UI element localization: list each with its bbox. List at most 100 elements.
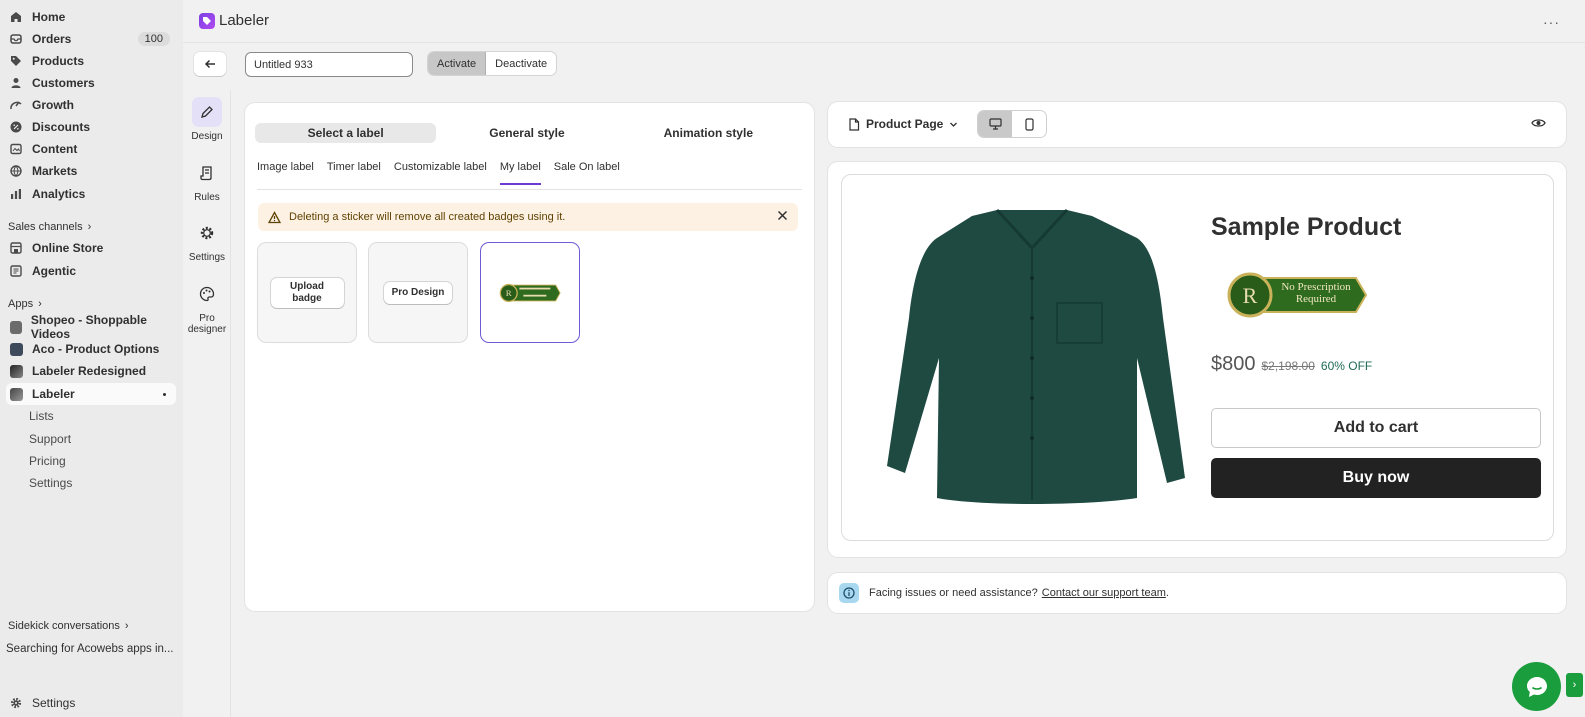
nav-markets[interactable]: Markets: [6, 160, 176, 182]
tab-general-style[interactable]: General style: [436, 123, 617, 143]
nav-label: Settings: [32, 696, 76, 710]
my-label-badge-tile[interactable]: R: [481, 243, 579, 342]
upload-badge-tile: Upload badge: [258, 243, 356, 342]
sales-channels-header[interactable]: Sales channels ›: [8, 221, 91, 233]
close-icon[interactable]: [777, 210, 788, 224]
channel-agentic[interactable]: Agentic: [6, 260, 176, 282]
orders-icon: [10, 33, 22, 45]
editor-tabs: Select a label General style Animation s…: [255, 123, 799, 143]
help-period: .: [1165, 587, 1169, 599]
home-icon: [10, 11, 22, 23]
labeler-logo-icon: [199, 13, 215, 29]
sale-price: $800: [1211, 353, 1256, 375]
nav-label: Shopeo - Shoppable Videos: [30, 313, 147, 341]
tool-rules[interactable]: Rules: [187, 158, 227, 203]
content-icon: [10, 143, 22, 155]
tab-select-label[interactable]: Select a label: [255, 123, 437, 143]
globe-icon: [10, 165, 22, 177]
tool-label: Pro designer: [187, 313, 227, 335]
subtab-my-label[interactable]: My label: [499, 161, 541, 185]
nav-customers[interactable]: Customers: [6, 72, 176, 94]
desktop-view-button[interactable]: [978, 111, 1012, 137]
growth-icon: [10, 99, 22, 111]
store-icon: [10, 242, 22, 254]
tab-animation-style[interactable]: Animation style: [618, 123, 799, 143]
nav-label: Agentic: [32, 264, 77, 278]
labeler-sub-settings[interactable]: Settings: [29, 476, 72, 490]
sidekick-conversation-item[interactable]: Searching for Acowebs apps in...: [6, 643, 174, 655]
support-link[interactable]: Contact our support team: [1042, 587, 1166, 599]
subtab-sale-on-label[interactable]: Sale On label: [554, 161, 620, 185]
nav-growth[interactable]: Growth: [6, 94, 176, 116]
desktop-icon: [988, 118, 1002, 130]
palette-icon: [192, 279, 222, 309]
tool-settings[interactable]: Settings: [187, 218, 227, 263]
app-aco[interactable]: Aco - Product Options: [6, 338, 176, 360]
badge-text-line-1: No Prescription: [1281, 281, 1351, 293]
page-icon: [849, 117, 860, 131]
help-text: Facing issues or need assistance?: [869, 587, 1038, 599]
analytics-icon: [10, 188, 22, 200]
nav-label: Customers: [32, 76, 95, 90]
badge-text-line-2: Required: [1295, 293, 1337, 305]
sidekick-header[interactable]: Sidekick conversations ›: [8, 620, 129, 632]
arrow-left-icon: [204, 59, 215, 69]
nav-settings[interactable]: Settings: [6, 692, 176, 714]
discount-text: 60% OFF: [1320, 359, 1373, 373]
nav-content[interactable]: Content: [6, 138, 176, 160]
labeler-sub-lists[interactable]: Lists: [29, 409, 54, 423]
tool-label: Settings: [188, 252, 226, 263]
nav-discounts[interactable]: Discounts: [6, 116, 176, 138]
chevron-right-icon: ›: [1572, 679, 1577, 691]
tool-design[interactable]: Design: [187, 97, 227, 142]
subtab-customizable-label[interactable]: Customizable label: [394, 161, 487, 185]
sidekick-label: Sidekick conversations: [8, 620, 120, 632]
nav-products[interactable]: Products: [6, 50, 176, 72]
eye-icon[interactable]: [1531, 117, 1546, 132]
orders-count-badge: 100: [137, 32, 170, 46]
sidebar: Home Orders 100 Products Customers Growt…: [0, 0, 183, 717]
discount-icon: [10, 121, 22, 133]
app-shopeo[interactable]: Shopeo - Shoppable Videos: [6, 313, 176, 341]
nav-label: Labeler: [32, 387, 75, 401]
labeler-app-icon: [10, 387, 23, 401]
tool-pro-designer[interactable]: Pro designer: [187, 279, 227, 335]
mobile-icon: [1024, 117, 1034, 131]
labeler-sub-pricing[interactable]: Pricing: [29, 454, 66, 468]
nav-analytics[interactable]: Analytics: [6, 183, 176, 205]
subtab-timer-label[interactable]: Timer label: [327, 161, 381, 185]
chat-expand-tab[interactable]: ›: [1566, 673, 1583, 697]
no-prescription-badge-thumb: R: [499, 283, 561, 302]
nav-label: Home: [32, 10, 66, 24]
chat-button[interactable]: [1512, 662, 1561, 711]
help-banner: Facing issues or need assistance? Contac…: [828, 573, 1566, 613]
pencil-icon: [192, 97, 222, 127]
rules-icon: [192, 158, 222, 188]
activate-button[interactable]: Activate: [428, 52, 487, 75]
buy-now-button[interactable]: Buy now: [1211, 458, 1541, 498]
channel-online-store[interactable]: Online Store: [6, 237, 176, 259]
pro-design-button[interactable]: Pro Design: [383, 281, 453, 304]
nav-label: Online Store: [32, 241, 104, 255]
apps-header[interactable]: Apps ›: [8, 298, 42, 310]
back-button[interactable]: [194, 52, 226, 76]
page-type-select[interactable]: Product Page: [848, 117, 958, 131]
add-to-cart-button[interactable]: Add to cart: [1211, 408, 1541, 448]
app-labeler[interactable]: Labeler: [6, 383, 176, 405]
chat-bubble-icon: [1526, 676, 1547, 697]
more-actions-icon[interactable]: ···: [1543, 14, 1560, 30]
nav-home[interactable]: Home: [6, 6, 176, 28]
subtab-image-label[interactable]: Image label: [257, 161, 314, 185]
label-name-input[interactable]: [245, 52, 413, 77]
svg-text:R: R: [1243, 283, 1258, 308]
chevron-right-icon: ›: [38, 298, 42, 310]
mobile-view-button[interactable]: [1012, 111, 1046, 137]
labeler-sub-support[interactable]: Support: [29, 432, 71, 446]
nav-orders[interactable]: Orders 100: [6, 28, 176, 50]
editor-card: Select a label General style Animation s…: [245, 103, 814, 611]
no-prescription-badge: R No Prescription Required: [1226, 272, 1368, 322]
nav-label: Products: [32, 54, 85, 68]
upload-badge-button[interactable]: Upload badge: [270, 277, 344, 308]
deactivate-button[interactable]: Deactivate: [486, 52, 556, 75]
app-labeler-redesigned[interactable]: Labeler Redesigned: [6, 360, 176, 382]
